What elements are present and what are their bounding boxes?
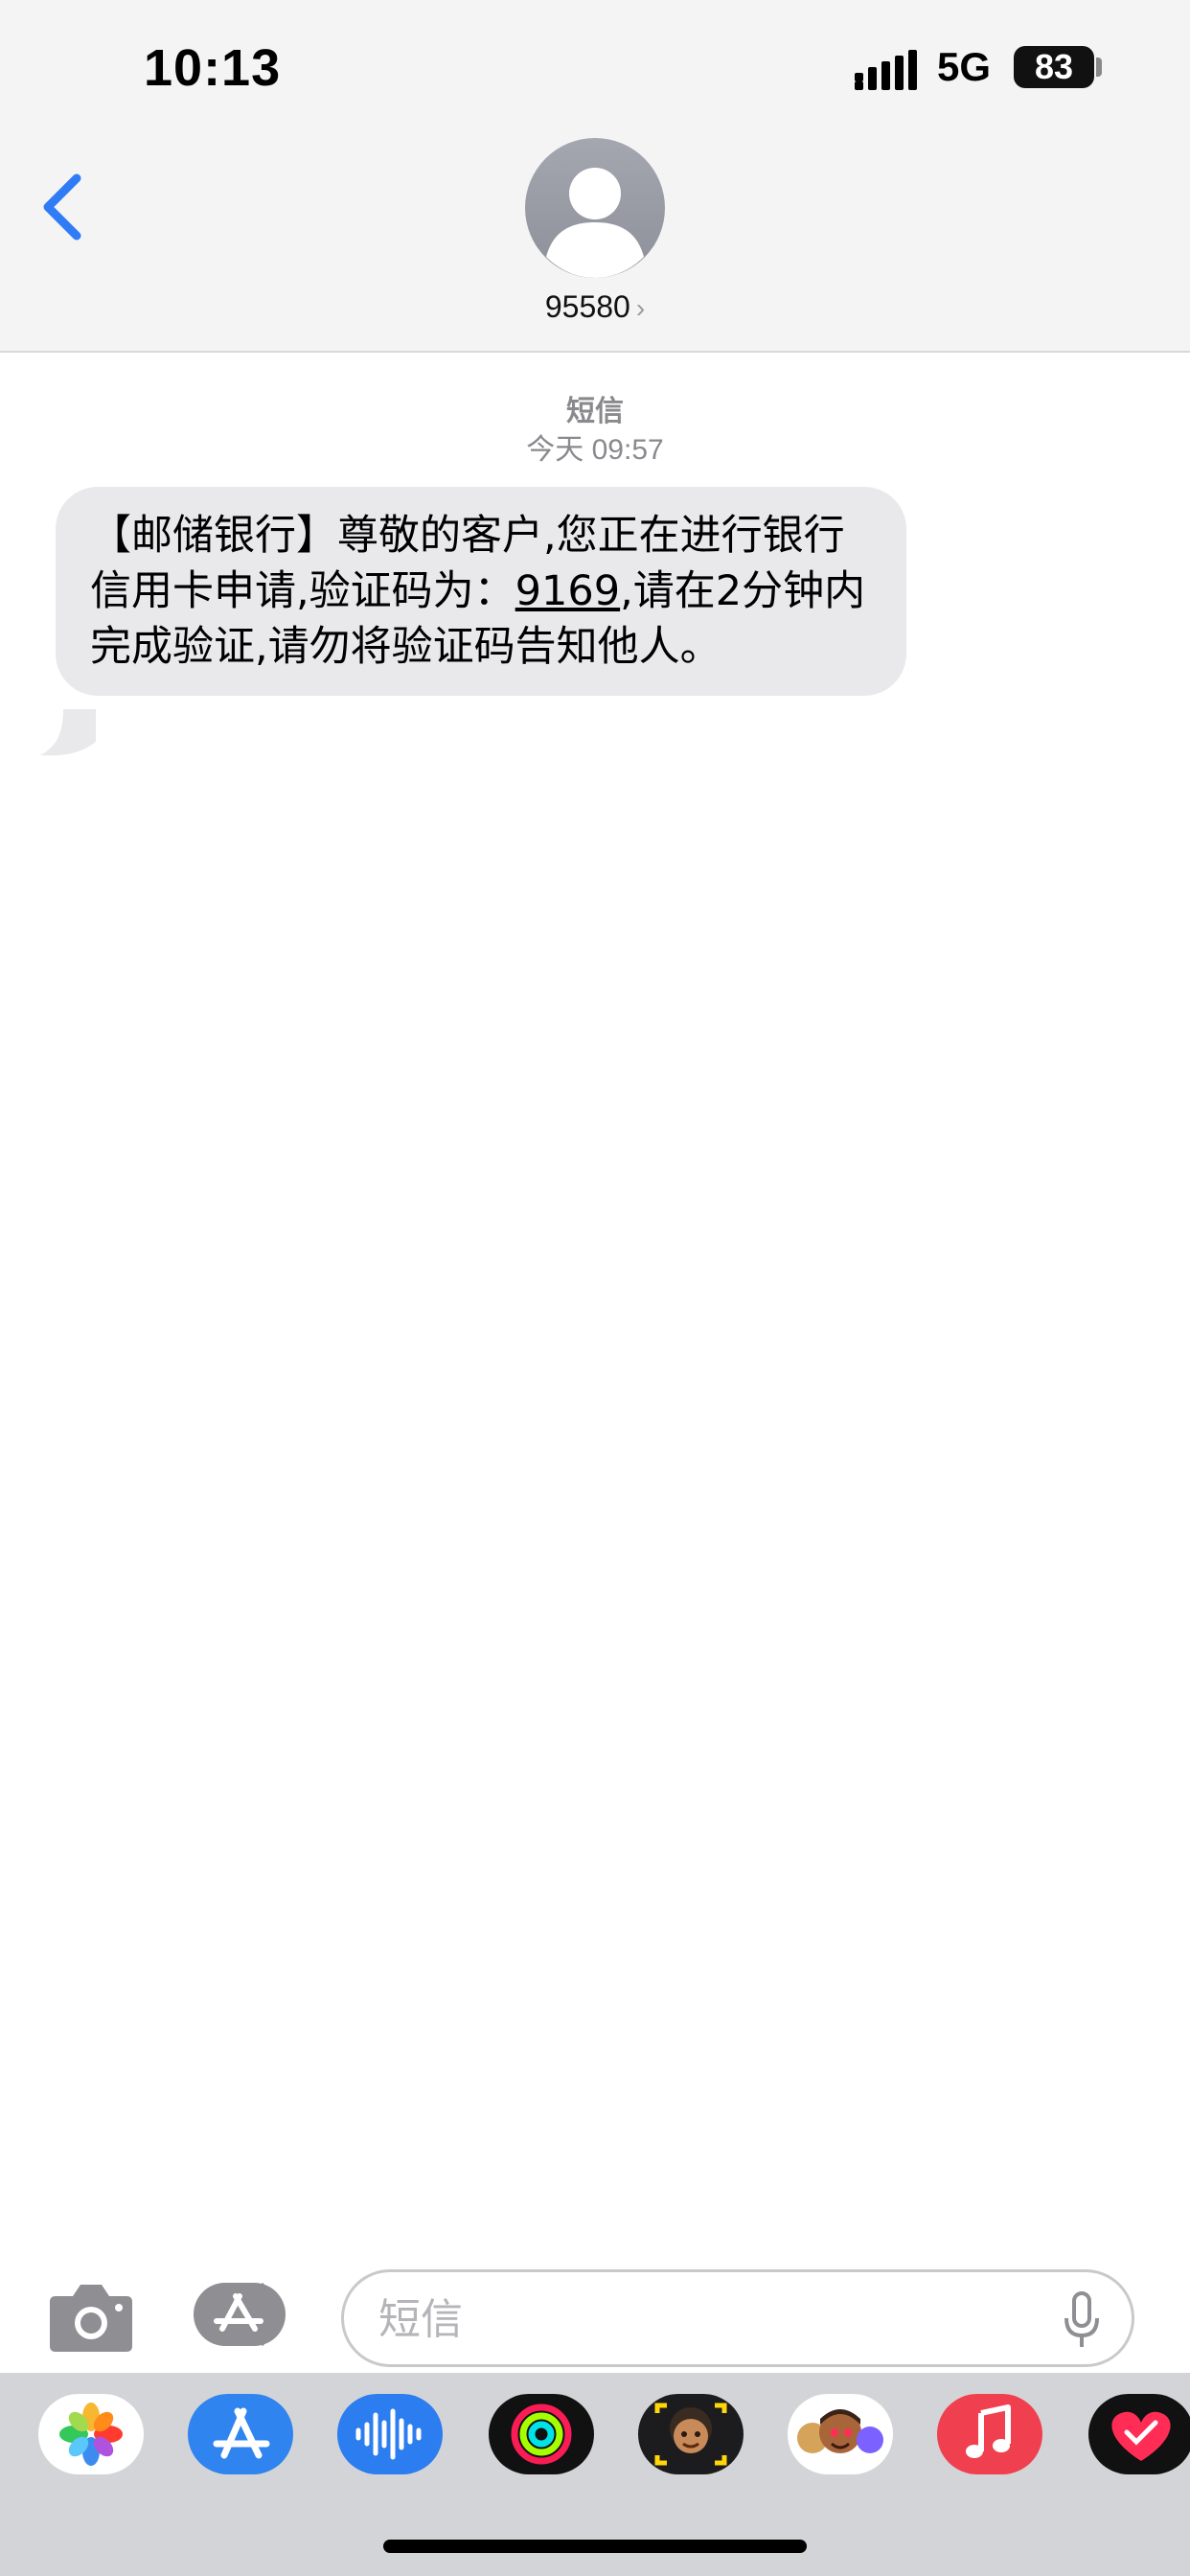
app-store-icon[interactable]: [192, 2281, 295, 2348]
digital-touch-app-icon[interactable]: [1088, 2394, 1190, 2474]
conversation-header: 10:13 5G 83 95580 ›: [0, 0, 1190, 353]
microphone-icon[interactable]: [1063, 2291, 1101, 2349]
message-timestamp: 今天 09:57: [526, 434, 664, 466]
message-input[interactable]: [377, 2286, 1032, 2353]
contact-name-button[interactable]: 95580 ›: [0, 289, 1190, 325]
fitness-app-icon[interactable]: [489, 2394, 594, 2474]
photos-app-icon[interactable]: [38, 2394, 144, 2474]
battery-cap: [1096, 58, 1102, 77]
status-time: 10:13: [144, 39, 282, 97]
memoji-app-icon[interactable]: [638, 2394, 744, 2474]
app-store-app-icon[interactable]: [188, 2394, 293, 2474]
person-silhouette-icon: [546, 168, 644, 278]
battery-level: 83: [1014, 46, 1094, 88]
bubble-tail: [40, 709, 96, 756]
message-service-label: 短信: [566, 396, 624, 427]
back-chevron-icon[interactable]: [34, 169, 92, 245]
audio-message-app-icon[interactable]: [337, 2394, 443, 2474]
message-bubble[interactable]: 【邮储银行】尊敬的客户,您正在进行银行信用卡申请,验证码为：9169,请在2分钟…: [56, 487, 906, 696]
contact-avatar[interactable]: [525, 138, 665, 278]
home-indicator[interactable]: [383, 2540, 807, 2553]
chevron-right-icon: ›: [635, 293, 646, 323]
network-type: 5G: [937, 44, 992, 89]
music-app-icon[interactable]: [937, 2394, 1042, 2474]
contact-name: 95580: [544, 289, 630, 324]
signal-icon: [855, 50, 917, 90]
animoji-app-icon[interactable]: [788, 2394, 893, 2474]
message-field[interactable]: [341, 2269, 1134, 2367]
verification-code-link[interactable]: 9169: [515, 567, 620, 615]
camera-icon[interactable]: [48, 2281, 134, 2354]
